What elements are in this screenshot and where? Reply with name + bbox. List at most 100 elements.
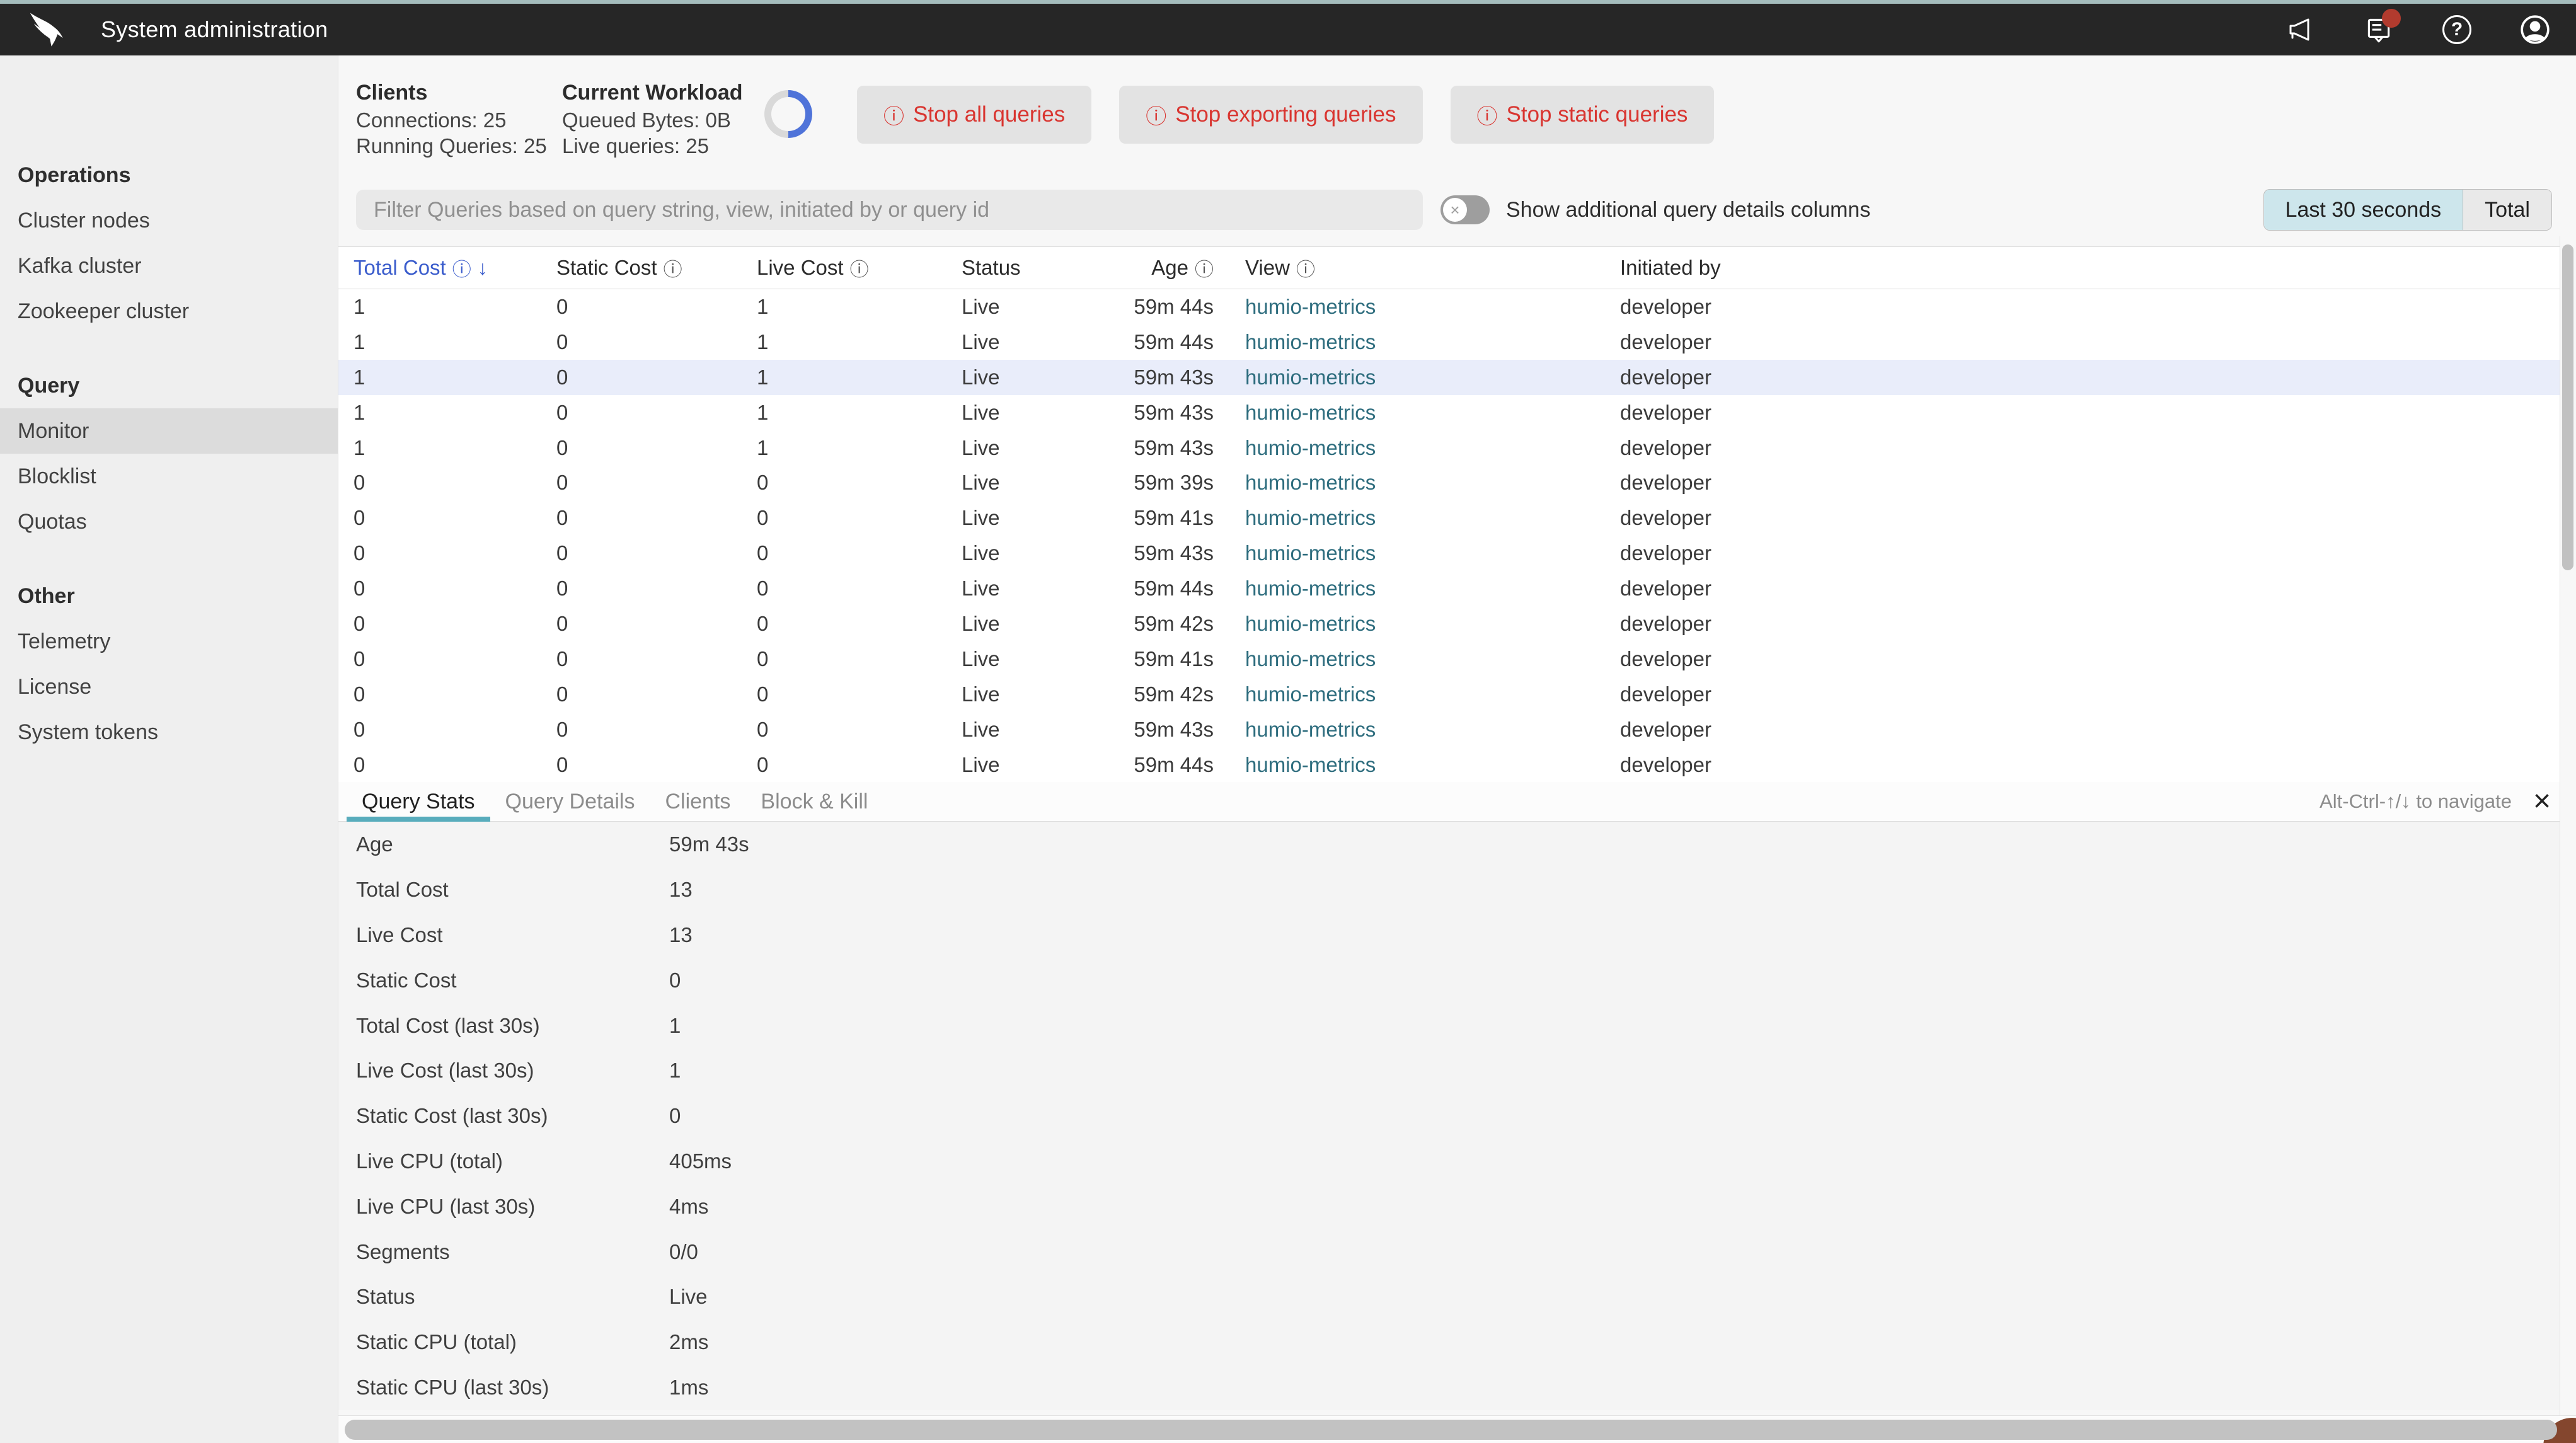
close-icon[interactable]: × [2533,786,2551,817]
queries-table: Total Cost ⓘ ↓ Static Cost ⓘ ↓ Live Cost… [338,246,2560,782]
column-header[interactable]: Total Cost ⓘ ↓ [354,254,556,282]
show-columns-toggle[interactable]: × [1440,195,1490,224]
stat-row: Segments 0/0 [356,1229,2560,1275]
column-header[interactable]: Status ⓘ ↓ [962,256,1107,280]
sidebar-item[interactable]: Telemetry [0,619,338,664]
column-header[interactable]: Age ⓘ ↓ [1107,254,1245,282]
sidebar-item[interactable]: Cluster nodes [0,198,338,243]
view-link[interactable]: humio-metrics [1245,577,1376,600]
table-row[interactable]: 0 0 0 Live 59m 43s humio-metrics develop… [338,712,2560,747]
column-header-label: Age [1151,256,1188,280]
column-header[interactable]: Live Cost ⓘ ↓ [757,254,962,282]
cell-initiated-by: developer [1620,365,2560,389]
view-link[interactable]: humio-metrics [1245,506,1376,529]
table-row[interactable]: 1 0 1 Live 59m 43s humio-metrics develop… [338,430,2560,466]
table-row[interactable]: 1 0 1 Live 59m 44s humio-metrics develop… [338,325,2560,360]
view-link[interactable]: humio-metrics [1245,365,1376,389]
cell-static-cost: 0 [556,295,757,319]
view-link[interactable]: humio-metrics [1245,718,1376,741]
table-row[interactable]: 0 0 0 Live 59m 44s humio-metrics develop… [338,747,2560,783]
stat-label: Static CPU (total) [356,1330,669,1354]
cell-view: humio-metrics [1245,612,1620,636]
view-link[interactable]: humio-metrics [1245,436,1376,459]
cell-age: 59m 43s [1107,365,1245,389]
view-link[interactable]: humio-metrics [1245,753,1376,776]
table-row[interactable]: 0 0 0 Live 59m 39s humio-metrics develop… [338,465,2560,500]
view-link[interactable]: humio-metrics [1245,295,1376,318]
stat-label: Live CPU (last 30s) [356,1195,669,1219]
sidebar-item[interactable]: License [0,664,338,710]
stat-row: Live CPU (total) 405ms [356,1139,2560,1184]
panel-tab[interactable]: Block & Kill [745,782,883,821]
info-icon[interactable]: ⓘ [850,254,869,282]
stat-value: 13 [669,878,2560,902]
info-icon[interactable]: ⓘ [1195,254,1214,282]
cell-live-cost: 1 [757,436,962,460]
query-actions: ⓘ Stop all queries ⓘ Stop exporting quer… [857,86,1714,144]
range-option[interactable]: Total [2463,190,2551,230]
cell-total-cost: 0 [354,647,556,671]
view-link[interactable]: humio-metrics [1245,612,1376,635]
info-icon[interactable]: ⓘ [1296,254,1315,282]
cell-total-cost: 0 [354,718,556,742]
stop-queries-button[interactable]: ⓘ Stop static queries [1451,86,1715,144]
table-row[interactable]: 1 0 1 Live 59m 44s humio-metrics develop… [338,289,2560,325]
sort-desc-icon: ↓ [478,256,488,280]
falcon-logo [25,11,81,48]
cell-static-cost: 0 [556,401,757,425]
stop-queries-button[interactable]: ⓘ Stop all queries [857,86,1091,144]
table-row[interactable]: 1 0 1 Live 59m 43s humio-metrics develop… [338,360,2560,395]
sidebar-item[interactable]: System tokens [0,710,338,755]
view-link[interactable]: humio-metrics [1245,682,1376,706]
cell-initiated-by: developer [1620,471,2560,495]
column-header[interactable]: View ⓘ ↓ [1245,254,1620,282]
cell-live-cost: 0 [757,471,962,495]
announcements-icon[interactable] [2285,14,2316,45]
stop-queries-button[interactable]: ⓘ Stop exporting queries [1119,86,1422,144]
vertical-scrollbar-thumb[interactable] [2562,244,2573,570]
panel-tab[interactable]: Query Details [490,782,650,821]
table-row[interactable]: 0 0 0 Live 59m 44s humio-metrics develop… [338,571,2560,606]
horizontal-scrollbar-thumb[interactable] [345,1420,2557,1440]
panel-tab[interactable]: Clients [650,782,745,821]
column-header-label: Static Cost [556,256,657,280]
sidebar-item[interactable]: Quotas [0,499,338,544]
cell-age: 59m 43s [1107,436,1245,460]
panel-tab[interactable]: Query Stats [347,782,490,821]
view-link[interactable]: humio-metrics [1245,330,1376,354]
range-option[interactable]: Last 30 seconds [2264,190,2463,230]
sidebar-item[interactable]: Zookeeper cluster [0,289,338,334]
cell-status: Live [962,436,1107,460]
table-row[interactable]: 0 0 0 Live 59m 41s humio-metrics develop… [338,641,2560,677]
cell-static-cost: 0 [556,365,757,389]
info-icon: ⓘ [1477,100,1498,130]
info-icon[interactable]: ⓘ [452,254,471,282]
sidebar-item[interactable]: Kafka cluster [0,243,338,289]
view-link[interactable]: humio-metrics [1245,541,1376,565]
stat-value: 13 [669,923,2560,947]
stat-row: Live Cost (last 30s) 1 [356,1048,2560,1093]
view-link[interactable]: humio-metrics [1245,647,1376,670]
user-avatar[interactable] [2519,14,2551,45]
table-row[interactable]: 0 0 0 Live 59m 41s humio-metrics develop… [338,500,2560,536]
table-row[interactable]: 0 0 0 Live 59m 42s humio-metrics develop… [338,677,2560,712]
sidebar-item[interactable]: Blocklist [0,454,338,499]
column-header[interactable]: Initiated by ⓘ ↓ [1620,256,2560,280]
view-link[interactable]: humio-metrics [1245,471,1376,494]
table-row[interactable]: 1 0 1 Live 59m 43s humio-metrics develop… [338,395,2560,430]
cell-view: humio-metrics [1245,365,1620,389]
filter-queries-input[interactable] [356,190,1423,230]
help-icon[interactable]: ? [2441,14,2473,45]
cell-status: Live [962,577,1107,601]
column-header[interactable]: Static Cost ⓘ ↓ [556,254,757,282]
cell-age: 59m 44s [1107,295,1245,319]
messages-icon[interactable] [2363,14,2395,45]
sidebar-item[interactable]: Monitor [0,408,338,454]
cell-status: Live [962,471,1107,495]
view-link[interactable]: humio-metrics [1245,401,1376,424]
table-row[interactable]: 0 0 0 Live 59m 42s humio-metrics develop… [338,606,2560,641]
stat-label: Static Cost [356,969,669,992]
info-icon[interactable]: ⓘ [664,254,682,282]
table-row[interactable]: 0 0 0 Live 59m 43s humio-metrics develop… [338,536,2560,571]
panel-tabbar: Query Stats Query Details Clients Block … [338,782,2560,822]
